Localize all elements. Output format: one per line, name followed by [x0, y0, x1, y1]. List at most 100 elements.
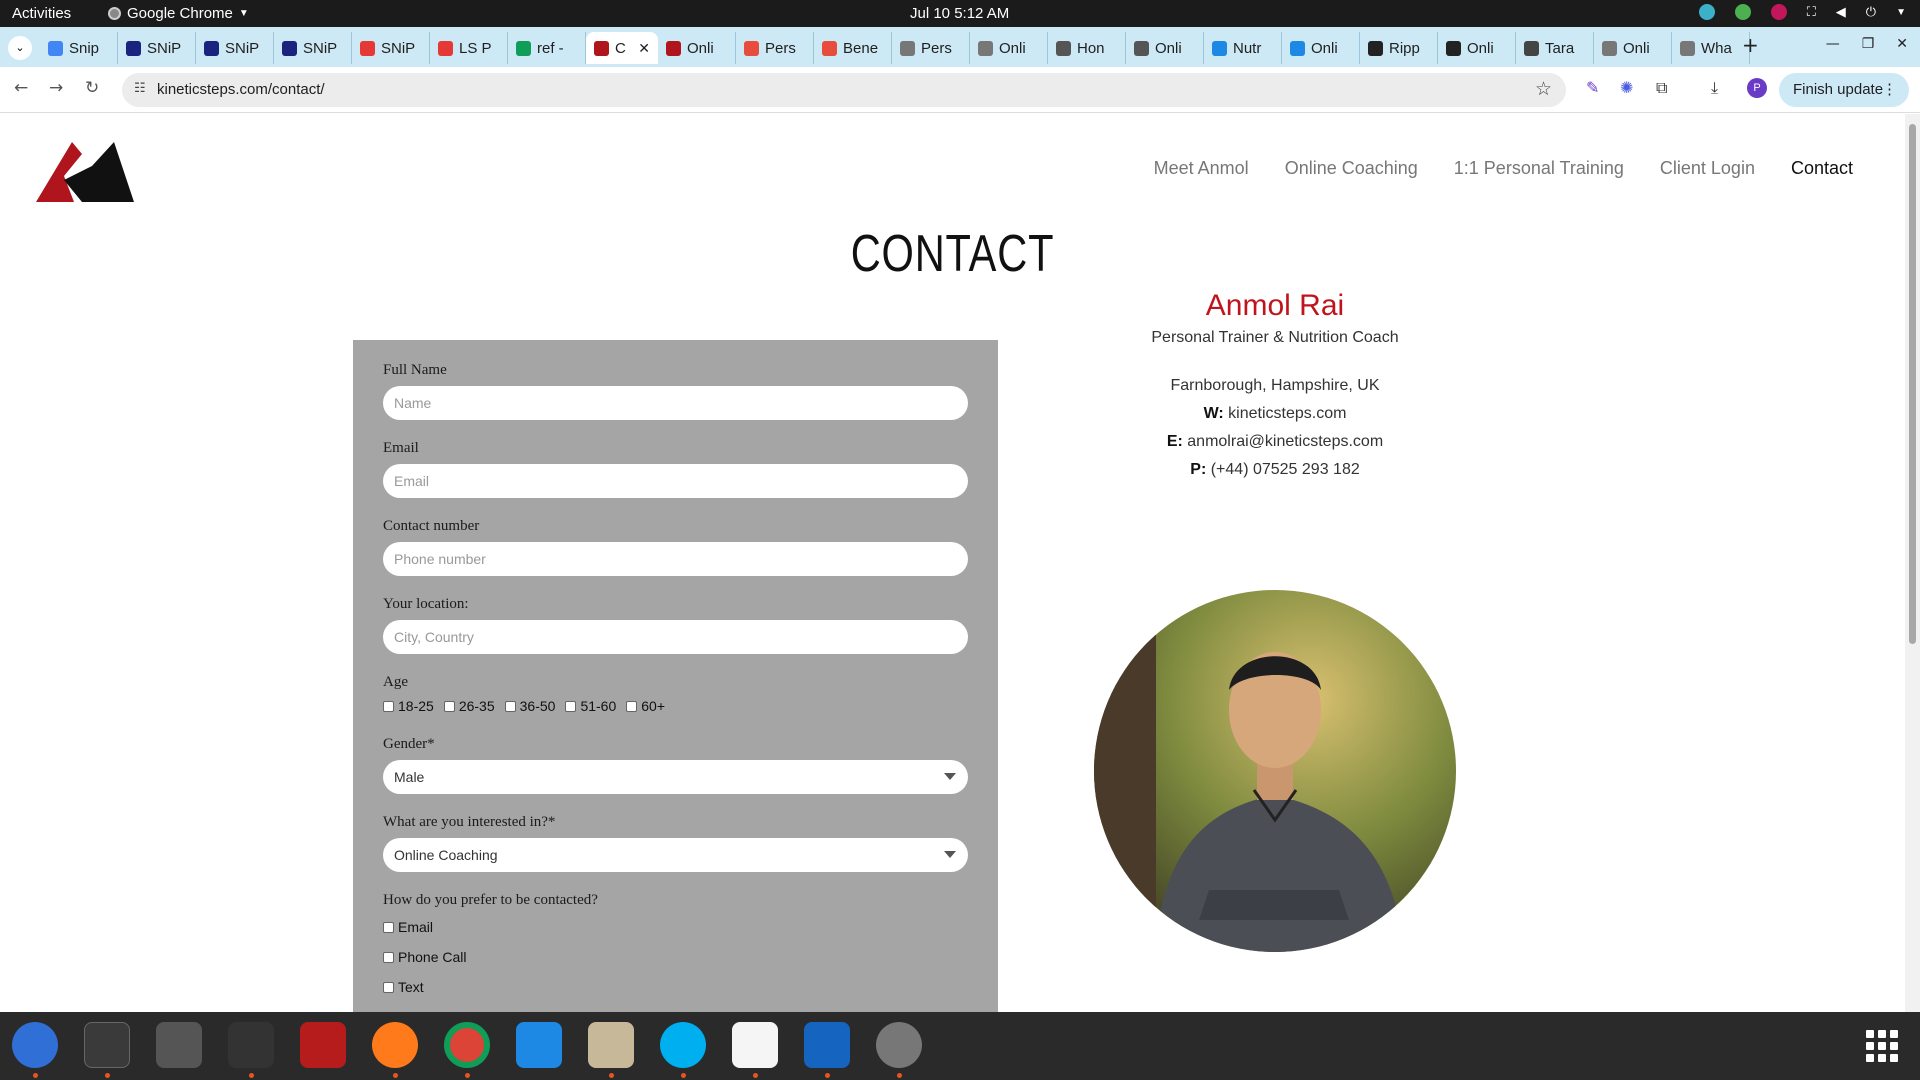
system-tray[interactable]: ⛶ ◀ ⏻ ▼	[1698, 4, 1906, 20]
browser-tab[interactable]: Onli	[1126, 32, 1204, 64]
pref-option-text[interactable]: Text	[383, 979, 968, 995]
full-name-input[interactable]: Name	[383, 386, 968, 420]
location-input[interactable]: City, Country	[383, 620, 968, 654]
browser-tab[interactable]: ref -	[508, 32, 586, 64]
chevron-down-icon[interactable]: ▼	[1896, 7, 1906, 18]
volume-icon[interactable]: ◀	[1836, 4, 1846, 20]
close-icon[interactable]: ✕	[1896, 36, 1908, 52]
browser-tab[interactable]: Onli	[1282, 32, 1360, 64]
power-icon[interactable]: ⏻	[1866, 4, 1876, 20]
url-text[interactable]: kineticsteps.com/contact/	[157, 81, 325, 98]
close-tab-icon[interactable]: ✕	[638, 40, 650, 57]
checkbox[interactable]	[383, 700, 394, 712]
checkbox[interactable]	[626, 700, 638, 712]
extension-tray-icon[interactable]	[1734, 4, 1751, 20]
minimize-icon[interactable]: —	[1826, 36, 1840, 52]
browser-tab[interactable]: LS P	[430, 32, 508, 64]
pen-extension-icon[interactable]: ✎	[1586, 78, 1599, 97]
system-monitor-icon[interactable]	[228, 1022, 274, 1068]
clock[interactable]: Jul 10 5:12 AM	[910, 5, 1009, 22]
reload-button[interactable]: ↻	[85, 78, 99, 98]
show-apps-icon[interactable]	[1866, 1030, 1898, 1062]
color-picker-icon[interactable]	[1770, 4, 1787, 20]
terminal-icon[interactable]	[84, 1022, 130, 1068]
vscode-icon[interactable]	[516, 1022, 562, 1068]
pref-option-email[interactable]: Email	[383, 919, 968, 935]
files-icon[interactable]	[588, 1022, 634, 1068]
browser-tab[interactable]: SNiP	[196, 32, 274, 64]
nav-online-coaching[interactable]: Online Coaching	[1285, 158, 1418, 179]
age-option[interactable]: 18-25	[383, 698, 434, 714]
site-info-icon[interactable]: ☷	[134, 81, 146, 96]
activities-button[interactable]: Activities	[12, 5, 71, 22]
skype-icon[interactable]	[660, 1022, 706, 1068]
browser-tab[interactable]: SNiP	[118, 32, 196, 64]
checkbox[interactable]	[383, 981, 394, 993]
firefox-icon[interactable]	[372, 1022, 418, 1068]
browser-tab[interactable]: Pers	[736, 32, 814, 64]
nav-client-login[interactable]: Client Login	[1660, 158, 1755, 179]
browser-tab[interactable]: C ✕	[586, 32, 658, 64]
age-option[interactable]: 60+	[626, 698, 665, 714]
website-link[interactable]: kineticsteps.com	[1228, 405, 1346, 422]
more-menu-icon[interactable]: ⋮	[1882, 73, 1897, 107]
extensions-puzzle-icon[interactable]: ⧉	[1656, 78, 1667, 98]
phone-link[interactable]: (+44) 07525 293 182	[1211, 461, 1360, 478]
checkbox[interactable]	[443, 700, 455, 712]
interest-select[interactable]: Online Coaching	[383, 838, 968, 872]
checkbox[interactable]	[383, 951, 394, 963]
checkbox[interactable]	[504, 700, 516, 712]
network-icon[interactable]: ⛶	[1807, 4, 1816, 20]
profile-avatar[interactable]: P	[1747, 78, 1767, 98]
browser-tab[interactable]: Pers	[892, 32, 970, 64]
app-menu[interactable]: Google Chrome ▼	[108, 5, 249, 22]
age-option[interactable]: 36-50	[504, 698, 555, 714]
restore-icon[interactable]: ❐	[1862, 36, 1875, 52]
browser-tab[interactable]: Onli	[970, 32, 1048, 64]
browser-tab[interactable]: Onli	[658, 32, 736, 64]
writer-icon[interactable]	[804, 1022, 850, 1068]
browser-tab[interactable]: Hon	[1048, 32, 1126, 64]
nav-personal-training[interactable]: 1:1 Personal Training	[1454, 158, 1624, 179]
text-editor-icon[interactable]	[732, 1022, 778, 1068]
nav-contact[interactable]: Contact	[1791, 158, 1853, 179]
download-icon[interactable]: ⤓	[1711, 78, 1718, 98]
chrome-dock-icon[interactable]	[444, 1022, 490, 1068]
pref-option-phone[interactable]: Phone Call	[383, 949, 968, 965]
phone-input[interactable]: Phone number	[383, 542, 968, 576]
gender-select[interactable]: Male	[383, 760, 968, 794]
address-bar[interactable]: ☷ kineticsteps.com/contact/ ☆	[122, 73, 1566, 107]
browser-tab[interactable]: Wha	[1672, 32, 1750, 64]
calculator-icon[interactable]	[156, 1022, 202, 1068]
checkbox[interactable]	[383, 921, 394, 933]
thunderbird-icon[interactable]	[12, 1022, 58, 1068]
age-option[interactable]: 51-60	[565, 698, 616, 714]
bookmark-star-icon[interactable]: ☆	[1535, 78, 1552, 100]
filezilla-icon[interactable]	[300, 1022, 346, 1068]
browser-tab[interactable]: Ripp	[1360, 32, 1438, 64]
browser-tab[interactable]: SNiP	[274, 32, 352, 64]
finish-update-button[interactable]: Finish update ⋮	[1779, 73, 1909, 107]
age-option[interactable]: 26-35	[443, 698, 495, 714]
email-input[interactable]: Email	[383, 464, 968, 498]
disk-icon[interactable]	[876, 1022, 922, 1068]
browser-tab[interactable]: Onli	[1438, 32, 1516, 64]
sync-icon[interactable]	[1698, 4, 1715, 20]
page-scrollbar[interactable]	[1905, 114, 1920, 1012]
email-link[interactable]: anmolrai@kineticsteps.com	[1187, 433, 1383, 450]
browser-tab[interactable]: Snip	[40, 32, 118, 64]
browser-tab[interactable]: Onli	[1594, 32, 1672, 64]
browser-tab[interactable]: Bene	[814, 32, 892, 64]
scrollbar-thumb[interactable]	[1909, 124, 1916, 644]
browser-tab[interactable]: Tara	[1516, 32, 1594, 64]
new-tab-button[interactable]: +	[1742, 33, 1759, 57]
checkbox[interactable]	[565, 700, 577, 712]
browser-tab[interactable]: SNiP	[352, 32, 430, 64]
browser-tab[interactable]: Nutr	[1204, 32, 1282, 64]
site-logo[interactable]	[36, 136, 136, 206]
sparkle-extension-icon[interactable]: ✺	[1620, 78, 1633, 97]
back-button[interactable]: ←	[14, 78, 28, 98]
forward-button[interactable]: →	[49, 78, 63, 98]
nav-meet-anmol[interactable]: Meet Anmol	[1154, 158, 1249, 179]
tab-search-button[interactable]: ⌄	[8, 36, 32, 60]
